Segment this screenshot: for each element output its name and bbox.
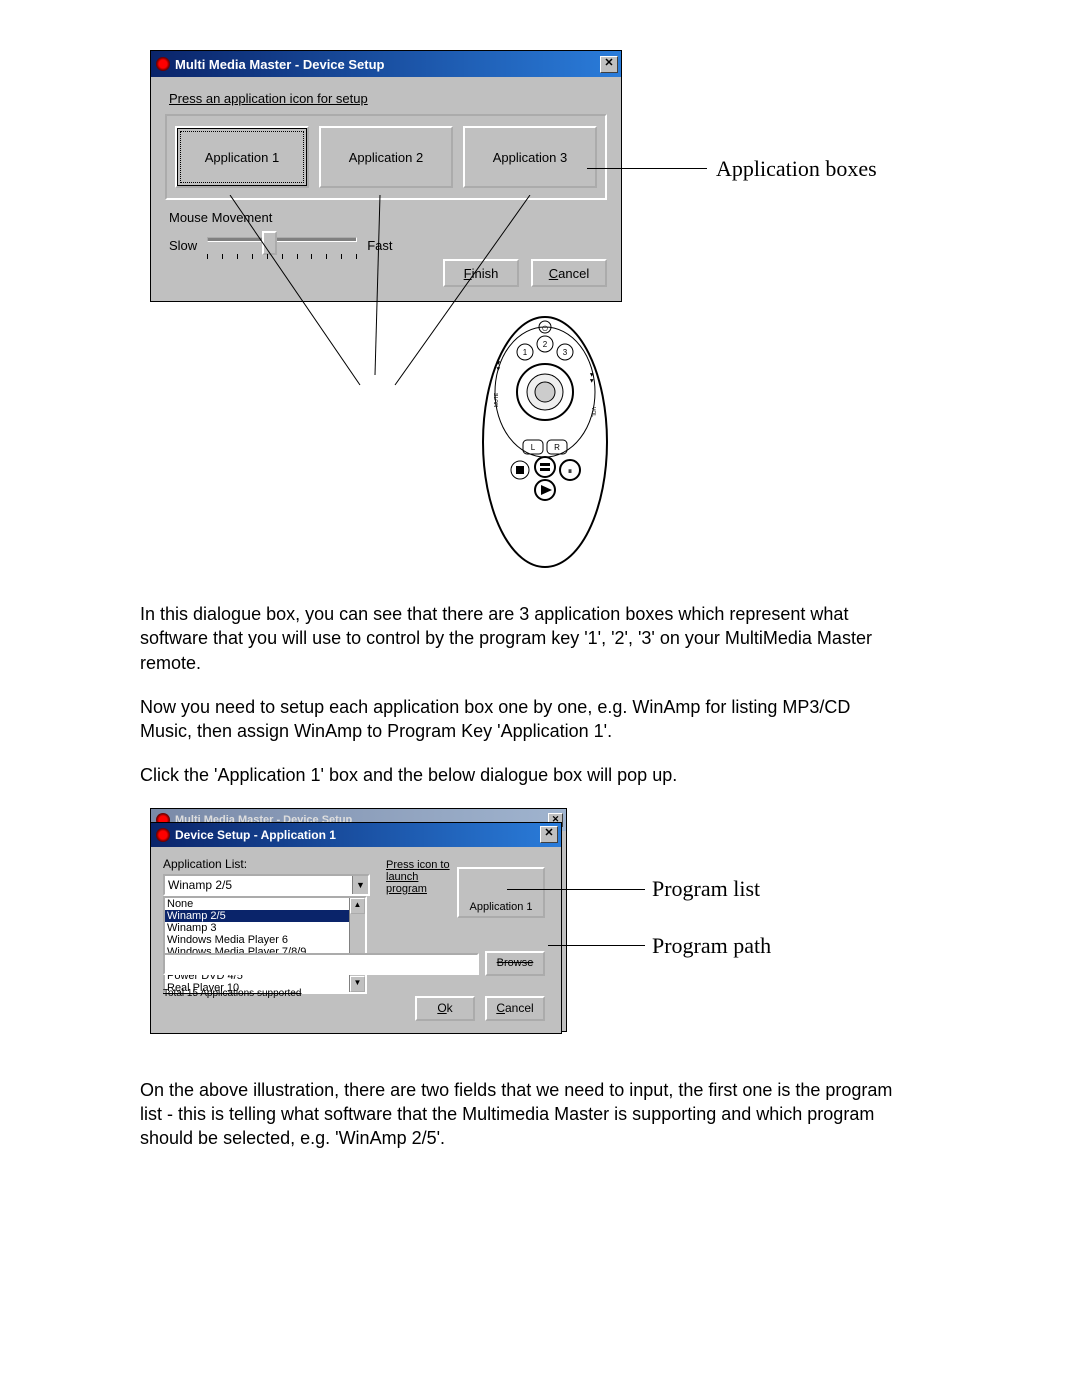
- annotation-line-program-path: [548, 945, 645, 946]
- instruction-label: Press an application icon for setup: [169, 91, 607, 106]
- scrollbar[interactable]: ▲ ▼: [349, 898, 365, 992]
- annotation-program-list: Program list: [652, 876, 760, 902]
- annotation-line-program-list: [507, 889, 645, 890]
- application-group: Application 1 Application 2 Application …: [165, 114, 607, 200]
- paragraph-1: In this dialogue box, you can see that t…: [140, 602, 900, 675]
- titlebar-2: Device Setup - Application 1 ✕: [151, 823, 561, 847]
- titlebar: Multi Media Master - Device Setup ✕: [151, 51, 621, 77]
- svg-text:VOL: VOL: [590, 407, 596, 417]
- paragraph-2: Now you need to setup each application b…: [140, 695, 900, 744]
- dialog2-wrap: Multi Media Master - Device Setup ✕ Devi…: [140, 808, 950, 1048]
- scroll-down-icon[interactable]: ▼: [350, 976, 365, 992]
- annotation-app-boxes: Application boxes: [716, 156, 877, 182]
- application-list-combo[interactable]: Winamp 2/5 ▼: [163, 874, 370, 896]
- paragraph-4: On the above illustration, there are two…: [140, 1078, 900, 1151]
- application-3-button[interactable]: Application 3: [463, 126, 597, 188]
- svg-text:⏸: ⏸: [568, 466, 573, 476]
- dialog2-title: Device Setup - Application 1: [175, 828, 336, 842]
- scroll-up-icon[interactable]: ▲: [350, 898, 365, 914]
- application-setup-dialog: Device Setup - Application 1 ✕ Applicati…: [150, 822, 562, 1034]
- program-path-input[interactable]: [163, 953, 479, 975]
- ok-button[interactable]: Ok: [415, 996, 475, 1021]
- annotation-line-apps: [587, 168, 707, 169]
- app-icon: [156, 57, 170, 71]
- combo-value: Winamp 2/5: [168, 878, 232, 892]
- total-apps-label: Total 15 Applications supported: [163, 988, 301, 999]
- cancel-button[interactable]: Cancel: [485, 996, 545, 1021]
- app-icon: [156, 828, 170, 842]
- connector-lines: [150, 195, 630, 395]
- dialog-title: Multi Media Master - Device Setup: [175, 57, 385, 72]
- list-item[interactable]: Winamp 3: [165, 922, 365, 934]
- close-icon[interactable]: ✕: [540, 826, 558, 843]
- list-item[interactable]: None: [165, 898, 365, 910]
- svg-text:R: R: [554, 443, 560, 452]
- application-icon-button[interactable]: Application 1: [457, 867, 545, 918]
- close-icon[interactable]: ✕: [600, 56, 618, 73]
- browse-button[interactable]: Browse: [485, 951, 545, 976]
- application-1-button[interactable]: Application 1: [175, 126, 309, 188]
- paragraph-3: Click the 'Application 1' box and the be…: [140, 763, 900, 787]
- list-item[interactable]: Windows Media Player 6: [165, 934, 365, 946]
- chevron-down-icon: ▼: [352, 876, 368, 894]
- annotation-program-path: Program path: [652, 933, 771, 959]
- press-icon-label: Press icon to launch program: [386, 859, 456, 895]
- application-listbox[interactable]: ▲ ▼ None Winamp 2/5 Winamp 3 Windows Med…: [163, 896, 367, 994]
- application-2-button[interactable]: Application 2: [319, 126, 453, 188]
- list-item[interactable]: Winamp 2/5: [165, 910, 365, 922]
- svg-text:L: L: [531, 443, 536, 452]
